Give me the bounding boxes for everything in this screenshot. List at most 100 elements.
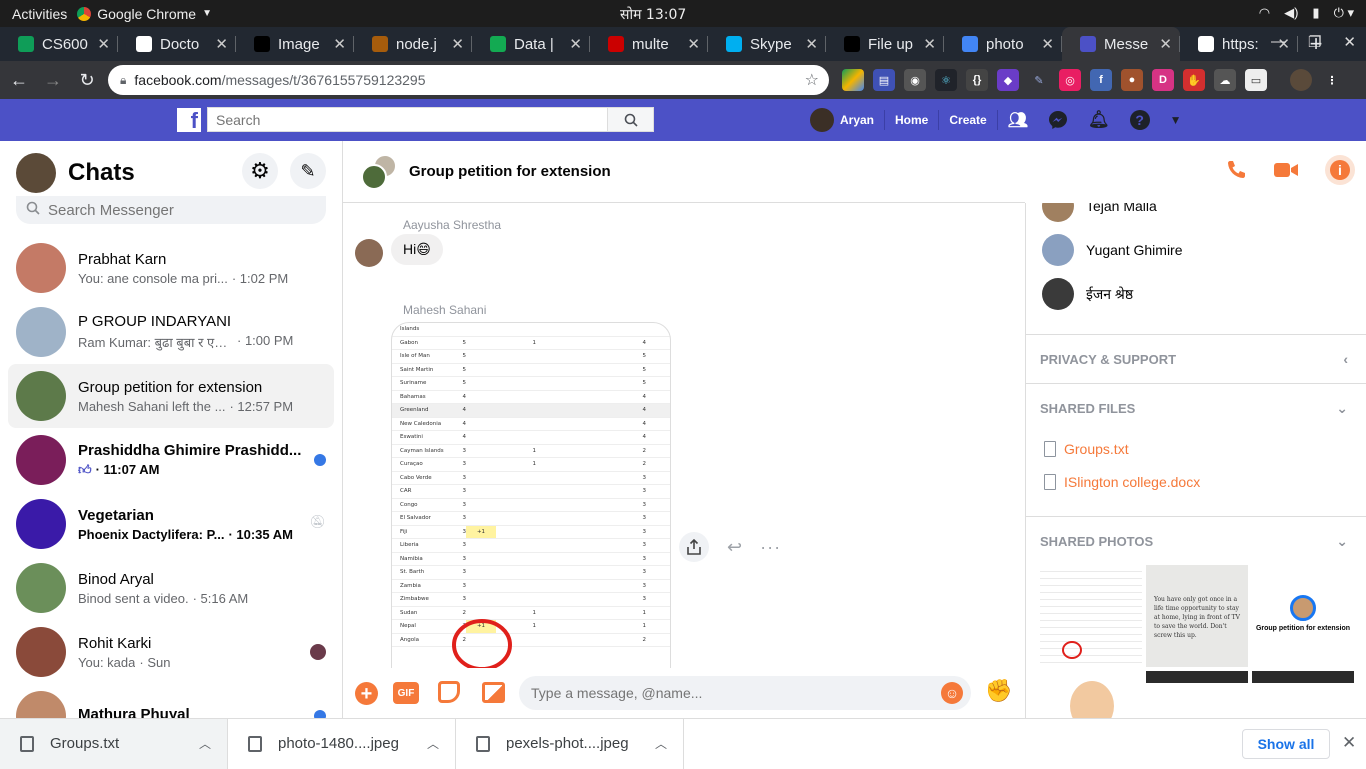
shared-photo[interactable]: Group petition for extension	[1252, 565, 1354, 667]
video-call-icon[interactable]	[1273, 159, 1299, 186]
cube-extension-icon[interactable]: ◆	[997, 69, 1019, 91]
notes-extension-icon[interactable]: ▤	[873, 69, 895, 91]
close-icon[interactable]: ✕	[1342, 733, 1356, 753]
browser-tab[interactable]: File up ✕	[826, 27, 944, 61]
share-icon[interactable]	[679, 532, 709, 562]
help-icon[interactable]: ?	[1120, 110, 1160, 130]
sender-avatar[interactable]	[355, 239, 383, 267]
maximize-icon[interactable]: ❐	[1308, 33, 1321, 51]
minimize-icon[interactable]: —	[1271, 33, 1286, 51]
chat-item[interactable]: Prashiddha Ghimire Prashidd... 👍︎ · 11:07…	[8, 428, 334, 492]
shared-photo[interactable]	[1252, 671, 1354, 718]
browser-tab[interactable]: node.j ✕	[354, 27, 472, 61]
chevron-up-icon[interactable]: ︿	[655, 735, 667, 752]
profile-avatar[interactable]	[1290, 69, 1312, 91]
browser-tab[interactable]: Data | ✕	[472, 27, 590, 61]
react-devtools-icon[interactable]: ⚛	[935, 69, 957, 91]
account-menu-caret-icon[interactable]: ▼	[1160, 110, 1192, 130]
chat-item[interactable]: Vegetarian Phoenix Dactylifera: P... · 10…	[8, 492, 334, 556]
friends-icon[interactable]: 👥︎	[998, 110, 1038, 130]
member-item[interactable]: Tejan Malla	[1026, 203, 1366, 228]
address-bar[interactable]: 🔒︎ facebook.com/messages/t/3676155759123…	[108, 65, 829, 95]
search-icon[interactable]	[607, 108, 653, 131]
browser-tab[interactable]: CS600 ✕	[0, 27, 118, 61]
messenger-icon[interactable]	[1038, 110, 1078, 130]
member-item[interactable]: Yugant Ghimire	[1026, 228, 1366, 272]
thumb-reaction-icon[interactable]: ✊	[985, 678, 1012, 704]
chat-item[interactable]: Mathura Phuyal	[8, 684, 334, 718]
pen-extension-icon[interactable]: ✎	[1028, 69, 1050, 91]
notifications-icon[interactable]: 🔔︎	[1078, 110, 1120, 130]
image-attachment[interactable]: Islands Gabon 5 1 4 Isle of Man 5 5 Saint Martin…	[391, 322, 671, 668]
browser-tab[interactable]: Docto ✕	[118, 27, 236, 61]
location-extension-icon[interactable]: ◉	[904, 69, 926, 91]
chat-item[interactable]: Prabhat Karn You: ane console ma pri... ·…	[8, 236, 334, 300]
chrome-menu-icon[interactable]: ⋮	[1321, 69, 1343, 91]
download-item[interactable]: Groups.txt ︿	[0, 718, 228, 769]
cloud-extension-icon[interactable]: ☁	[1214, 69, 1236, 91]
activities-button[interactable]: Activities	[0, 6, 77, 22]
home-link[interactable]: Home	[885, 110, 940, 130]
shared-file[interactable]: Groups.txt	[1026, 432, 1366, 465]
close-tab-icon[interactable]: ✕	[1159, 35, 1172, 53]
d-extension-icon[interactable]: D	[1152, 69, 1174, 91]
chat-item[interactable]: Rohit Karki You: kada · Sun	[8, 620, 334, 684]
close-tab-icon[interactable]: ✕	[1041, 35, 1054, 53]
close-tab-icon[interactable]: ✕	[333, 35, 346, 53]
browser-tab[interactable]: multe ✕	[590, 27, 708, 61]
create-link[interactable]: Create	[939, 110, 998, 130]
photo-icon[interactable]	[482, 682, 505, 703]
chevron-up-icon[interactable]: ︿	[427, 735, 439, 752]
search-messenger-input[interactable]	[48, 201, 308, 219]
message-bubble[interactable]: Hi😄	[391, 234, 443, 265]
profile-link[interactable]: Aryan	[800, 108, 886, 132]
browser-tab[interactable]: Image ✕	[236, 27, 354, 61]
my-avatar[interactable]	[16, 153, 56, 193]
facebook-extension-icon[interactable]: f	[1090, 69, 1112, 91]
browser-tab[interactable]: photo ✕	[944, 27, 1062, 61]
close-tab-icon[interactable]: ✕	[215, 35, 228, 53]
back-icon[interactable]: ←	[4, 70, 34, 91]
shared-file[interactable]: ISlington college.docx	[1026, 465, 1366, 498]
shared-photo[interactable]	[1146, 671, 1248, 718]
member-item[interactable]: ईजन श्रेष्ठ	[1026, 272, 1366, 316]
json-extension-icon[interactable]: {}	[966, 69, 988, 91]
screen-extension-icon[interactable]: ▭	[1245, 69, 1267, 91]
close-window-icon[interactable]: ✕	[1343, 33, 1356, 51]
hand-extension-icon[interactable]: ✋	[1183, 69, 1205, 91]
show-all-button[interactable]: Show all	[1242, 729, 1330, 759]
close-tab-icon[interactable]: ✕	[97, 35, 110, 53]
bookmark-star-icon[interactable]: ☆	[805, 70, 819, 90]
shared-photos-section[interactable]: SHARED PHOTOS ⌄	[1026, 516, 1366, 565]
message-input[interactable]	[519, 676, 971, 710]
cookie-extension-icon[interactable]: ●	[1121, 69, 1143, 91]
shared-photo[interactable]: You have only got once in a life time op…	[1146, 565, 1248, 667]
facebook-logo-icon[interactable]: f	[177, 108, 201, 132]
browser-tab[interactable]: Skype ✕	[708, 27, 826, 61]
system-tray[interactable]: ◠ ◀) ▮ ⏻ ▾	[1259, 5, 1354, 21]
group-avatar[interactable]	[361, 153, 397, 190]
new-message-button[interactable]: ✎	[290, 153, 326, 189]
sticker-icon[interactable]	[438, 681, 460, 703]
facebook-search-input[interactable]	[208, 108, 608, 131]
chat-item[interactable]: Binod Aryal Binod sent a video. · 5:16 AM	[8, 556, 334, 620]
forward-icon[interactable]: →	[38, 70, 68, 91]
emoji-icon[interactable]: ☺	[941, 682, 963, 704]
close-tab-icon[interactable]: ✕	[569, 35, 582, 53]
settings-button[interactable]: ⚙	[242, 153, 278, 189]
privacy-support-section[interactable]: PRIVACY & SUPPORT ‹	[1026, 334, 1366, 383]
download-item[interactable]: pexels-phot....jpeg ︿	[456, 718, 684, 769]
clock[interactable]: सोम 13:07	[620, 5, 686, 24]
app-menu[interactable]: Google Chrome ▼	[77, 6, 212, 22]
reload-icon[interactable]: ↻	[72, 70, 102, 91]
chevron-up-icon[interactable]: ︿	[199, 735, 211, 752]
gif-icon[interactable]: GIF	[393, 682, 419, 704]
close-tab-icon[interactable]: ✕	[805, 35, 818, 53]
reply-icon[interactable]: ↩	[727, 537, 742, 558]
shared-photo[interactable]	[1040, 671, 1142, 718]
plus-icon[interactable]: +	[355, 682, 378, 705]
close-tab-icon[interactable]: ✕	[923, 35, 936, 53]
shared-files-section[interactable]: SHARED FILES ⌄	[1026, 383, 1366, 432]
drive-extension-icon[interactable]	[842, 69, 864, 91]
chat-item[interactable]: Group petition for extension Mahesh Saha…	[8, 364, 334, 428]
